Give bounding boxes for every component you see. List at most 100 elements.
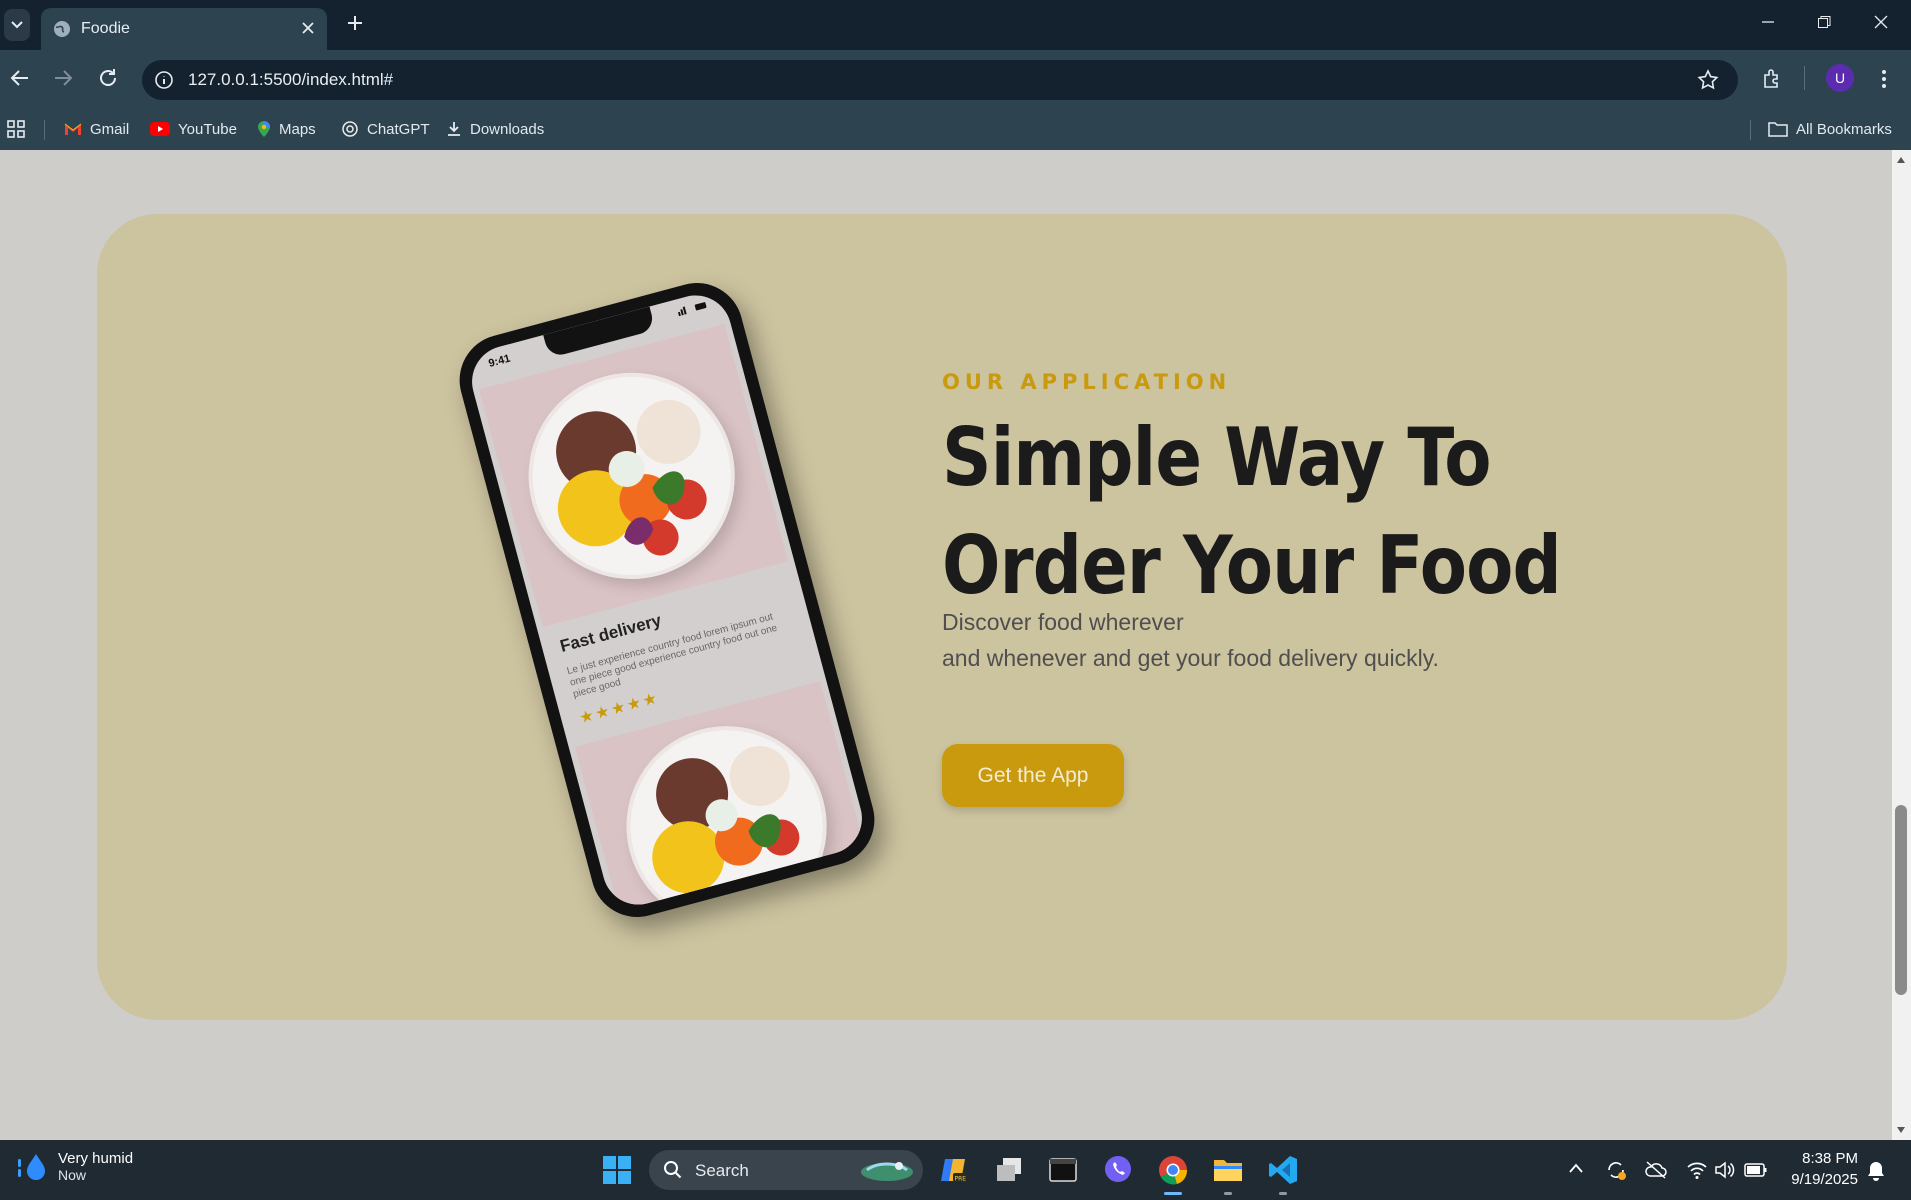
bookmark-maps[interactable]: Maps	[257, 108, 316, 150]
scroll-down-icon[interactable]	[1896, 1126, 1906, 1134]
section-eyebrow: OUR APPLICATION	[942, 370, 1232, 394]
forward-icon[interactable]	[52, 67, 74, 89]
toolbar-divider	[1804, 66, 1805, 90]
back-icon[interactable]	[9, 67, 31, 89]
headline-line-2: Order Your Food	[942, 519, 1562, 612]
active-tab[interactable]: Foodie	[41, 8, 327, 50]
vscode-icon	[1269, 1156, 1297, 1184]
phone-screen: 9:41 Fast delivery Le just experience co…	[463, 287, 871, 913]
sync-icon[interactable]	[1604, 1158, 1628, 1182]
new-tab-icon[interactable]	[345, 13, 365, 33]
close-tab-icon[interactable]	[299, 19, 317, 37]
globe-icon	[54, 21, 70, 37]
close-window-icon[interactable]	[1873, 14, 1889, 30]
profile-avatar[interactable]: U	[1826, 64, 1854, 92]
chevron-down-icon	[11, 21, 23, 29]
all-bookmarks-label: All Bookmarks	[1796, 120, 1892, 138]
search-label: Search	[695, 1161, 749, 1180]
windows-taskbar: Very humid Now Search PRE 8:38 PM 9/19/2…	[0, 1140, 1911, 1200]
url-text[interactable]: 127.0.0.1:5500/index.html#	[188, 70, 393, 90]
wifi-icon[interactable]	[1686, 1160, 1708, 1180]
weather-widget[interactable]: Very humid Now	[16, 1150, 133, 1183]
page-scrollbar[interactable]	[1892, 150, 1911, 1140]
windows-logo-icon	[603, 1156, 631, 1184]
search-icon	[664, 1161, 682, 1179]
folder-icon	[1768, 122, 1788, 137]
section-description: Discover food wherever and whenever and …	[942, 604, 1439, 676]
clock-time: 8:38 PM	[1802, 1150, 1858, 1167]
tab-strip: Foodie	[0, 0, 1911, 50]
bookmark-label: Maps	[279, 120, 316, 138]
chevron-up-icon[interactable]	[1568, 1162, 1584, 1174]
all-bookmarks-button[interactable]: All Bookmarks	[1768, 108, 1892, 150]
bookmark-separator	[44, 120, 45, 140]
tab-search-button[interactable]	[4, 9, 30, 41]
bookmark-label: Downloads	[470, 120, 545, 138]
download-icon	[448, 122, 460, 136]
salad-image	[652, 746, 800, 894]
tab-title: Foodie	[81, 20, 130, 37]
taskbar-search[interactable]: Search	[649, 1150, 923, 1190]
bookmark-chatgpt[interactable]: ChatGPT	[341, 108, 430, 150]
reload-icon[interactable]	[97, 67, 119, 89]
phone-status-icons	[677, 302, 707, 317]
bookmarks-bar: Gmail YouTube Maps ChatGPT Downloads All…	[0, 108, 1911, 150]
vscode-app[interactable]	[1265, 1152, 1301, 1188]
minimize-icon[interactable]	[1760, 14, 1776, 30]
food-bowl	[505, 349, 758, 603]
chrome-app[interactable]	[1155, 1152, 1191, 1188]
viber-app[interactable]	[1100, 1152, 1136, 1188]
open-app-indicator	[1224, 1192, 1232, 1195]
svg-text:PRE: PRE	[955, 1176, 967, 1183]
restore-icon[interactable]	[1816, 14, 1832, 30]
volume-icon[interactable]	[1714, 1160, 1736, 1180]
bookmark-label: YouTube	[178, 120, 237, 138]
phone-card-text: Le just experience country food lorem ip…	[565, 611, 779, 701]
start-button[interactable]	[599, 1152, 635, 1188]
site-info-icon[interactable]	[152, 68, 176, 92]
viber-icon	[1105, 1156, 1131, 1182]
bookmark-gmail[interactable]: Gmail	[64, 108, 129, 150]
bookmark-downloads[interactable]: Downloads	[446, 108, 544, 150]
gmail-icon	[64, 123, 82, 135]
task-view-app[interactable]	[991, 1152, 1027, 1188]
weather-subtitle: Now	[58, 1167, 87, 1183]
terminal-icon	[1049, 1158, 1077, 1182]
get-app-button[interactable]: Get the App	[942, 744, 1124, 807]
cloud-offline-icon[interactable]	[1644, 1160, 1668, 1180]
address-bar[interactable]: 127.0.0.1:5500/index.html#	[142, 60, 1738, 100]
browser-toolbar: 127.0.0.1:5500/index.html# U	[0, 50, 1911, 108]
copilot-app[interactable]: PRE	[936, 1152, 972, 1188]
bookmark-label: ChatGPT	[367, 120, 430, 138]
extensions-icon[interactable]	[1760, 67, 1784, 91]
file-explorer-app[interactable]	[1210, 1152, 1246, 1188]
description-line-2: and whenever and get your food delivery …	[942, 645, 1439, 671]
scrollbar-thumb[interactable]	[1895, 805, 1907, 995]
bookmark-label: Gmail	[90, 120, 130, 138]
web-page: 9:41 Fast delivery Le just experience co…	[0, 150, 1892, 1140]
weather-title: Very humid	[58, 1150, 134, 1167]
apps-grid-icon[interactable]	[6, 119, 26, 139]
phone-mockup: 9:41 Fast delivery Le just experience co…	[372, 270, 885, 940]
bookmark-youtube[interactable]: YouTube	[150, 108, 237, 150]
youtube-icon	[150, 122, 170, 136]
bookmark-star-icon[interactable]	[1696, 68, 1720, 92]
app-promo-section: 9:41 Fast delivery Le just experience co…	[97, 214, 1787, 1020]
section-headline: Simple Way To Order Your Food	[942, 404, 1613, 620]
bookmark-separator	[1750, 120, 1751, 140]
battery-icon[interactable]	[1744, 1162, 1768, 1178]
notification-bell-icon[interactable]	[1866, 1160, 1886, 1182]
system-clock[interactable]: 8:38 PM 9/19/2025	[1786, 1148, 1858, 1190]
more-menu-icon[interactable]	[1874, 67, 1894, 91]
task-view-icon	[997, 1158, 1021, 1181]
scroll-up-icon[interactable]	[1896, 156, 1906, 164]
terminal-app[interactable]	[1045, 1152, 1081, 1188]
active-app-indicator	[1164, 1192, 1182, 1195]
phone-frame: 9:41 Fast delivery Le just experience co…	[449, 272, 885, 928]
folder-icon	[1214, 1160, 1242, 1181]
salad-image	[556, 399, 707, 556]
maps-pin-icon	[258, 121, 270, 137]
description-line-1: Discover food wherever	[942, 609, 1184, 635]
chrome-icon	[1159, 1156, 1188, 1185]
copilot-icon: PRE	[941, 1159, 967, 1183]
